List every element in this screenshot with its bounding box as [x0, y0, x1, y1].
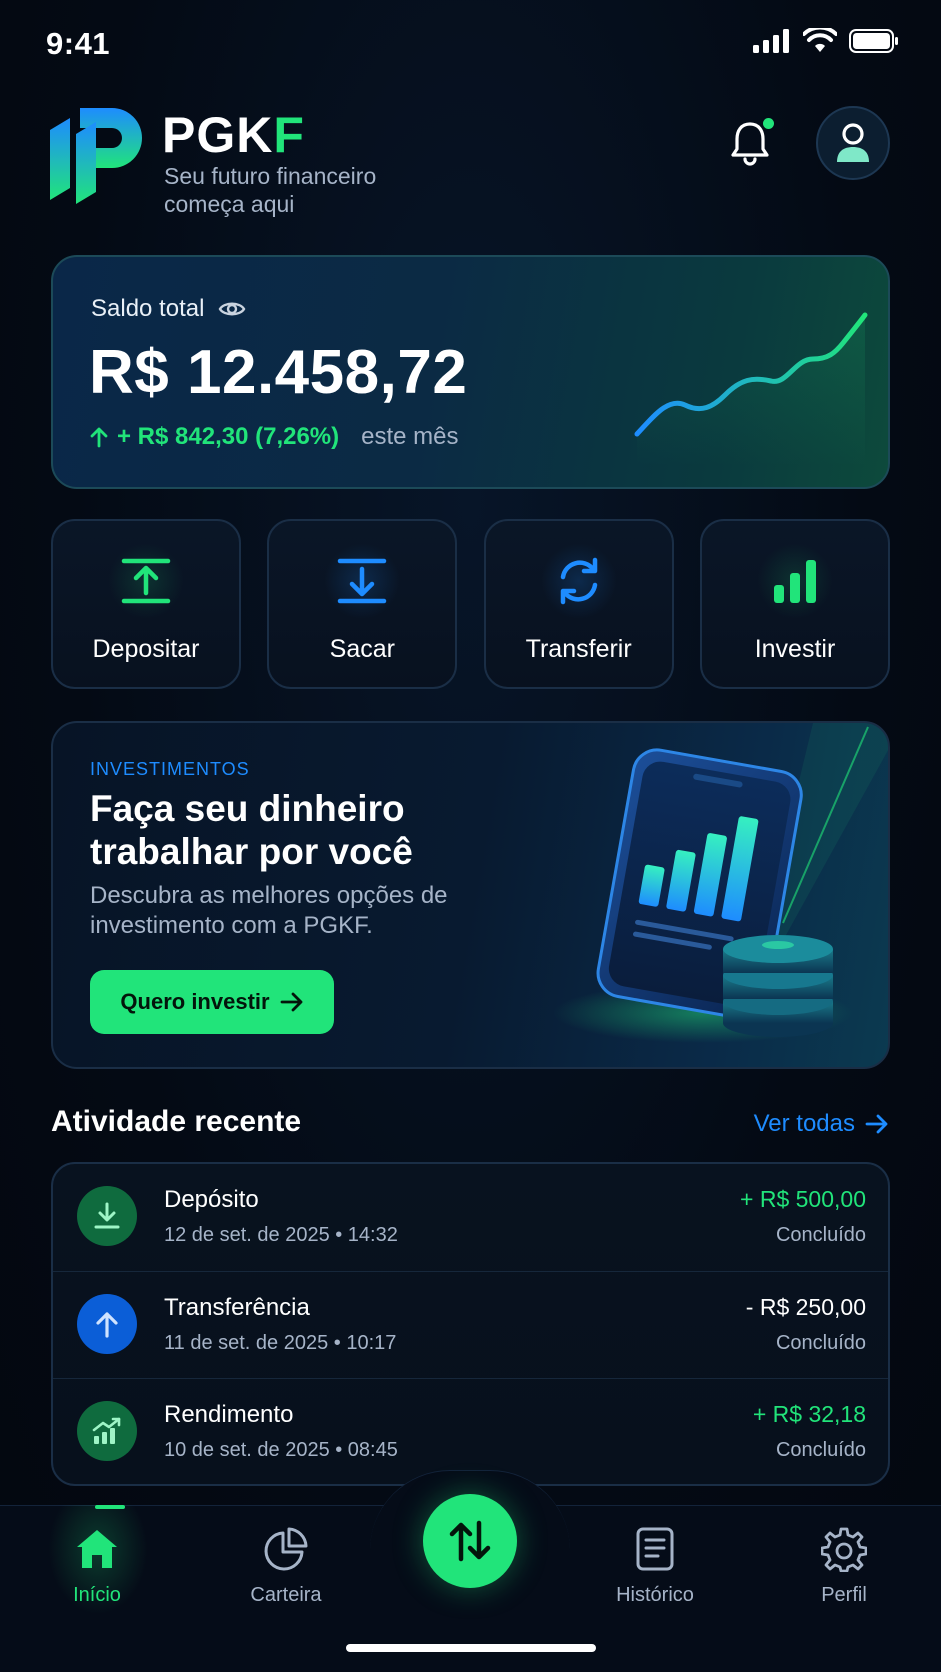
activity-status: Concluído — [775, 1224, 866, 1246]
nav-label-history: Histórico — [616, 1584, 694, 1606]
activity-amount: + R$ 500,00 — [740, 1186, 866, 1212]
list-item[interactable]: Transferência 11 de set. de 2025 • 10:17… — [53, 1271, 888, 1377]
arrow-right-icon — [865, 1114, 888, 1134]
eye-icon[interactable] — [218, 299, 246, 319]
balance-change-period: este mês — [361, 423, 459, 450]
wifi-icon — [803, 28, 837, 52]
activity-status: Concluído — [775, 1332, 866, 1354]
brand-logo — [50, 108, 142, 204]
transfer-icon — [540, 543, 617, 619]
activity-date: 12 de set. de 2025 • 14:32 — [164, 1224, 398, 1246]
withdraw-icon — [324, 543, 401, 619]
quick-actions: Depositar Sacar Transferir Investir — [51, 519, 890, 689]
activity-title: Rendimento — [164, 1401, 294, 1428]
invest-button[interactable]: Investir — [699, 519, 890, 689]
balance-change: + R$ 842,30 (7,26%) este mês — [89, 423, 459, 451]
arrow-right-icon — [280, 992, 302, 1012]
swap-arrows-icon — [449, 1520, 491, 1562]
see-all-label: Ver todas — [753, 1110, 855, 1137]
user-icon — [837, 123, 869, 162]
activity-amount: - R$ 250,00 — [745, 1294, 866, 1320]
deposit-button[interactable]: Depositar — [51, 519, 241, 689]
app-screen: 9:41 PGKF Seu futuro financeiro começa a… — [0, 0, 941, 1672]
arrow-up-icon — [77, 1294, 137, 1354]
transfer-label: Transferir — [525, 635, 632, 663]
recent-activity-title: Atividade recente — [51, 1105, 302, 1138]
withdraw-button[interactable]: Sacar — [267, 519, 458, 689]
nav-label-wallet: Carteira — [250, 1584, 322, 1606]
activity-list: Depósito 12 de set. de 2025 • 14:32 + R$… — [51, 1162, 890, 1486]
brand-tagline: Seu futuro financeiro começa aqui — [164, 163, 377, 217]
battery-icon — [849, 29, 898, 53]
deposit-icon — [108, 543, 184, 619]
nav-label-profile: Perfil — [821, 1584, 867, 1606]
notification-dot — [763, 118, 774, 129]
nav-item-profile[interactable]: Perfil — [774, 1524, 914, 1607]
nav-item-home[interactable]: Início — [27, 1524, 167, 1607]
balance-label: Saldo total — [91, 295, 246, 323]
promo-eyebrow: INVESTIMENTOS — [90, 759, 250, 779]
growth-chart-icon — [77, 1401, 137, 1461]
promo-card: INVESTIMENTOS Faça seu dinheiro trabalha… — [51, 721, 890, 1069]
swap-fab-button[interactable] — [423, 1494, 517, 1588]
list-item[interactable]: Depósito 12 de set. de 2025 • 14:32 + R$… — [53, 1164, 888, 1270]
nav-active-indicator — [95, 1505, 125, 1509]
see-all-link[interactable]: Ver todas — [754, 1110, 889, 1138]
promo-description: Descubra as melhores opções de investime… — [90, 882, 448, 939]
download-icon — [77, 1186, 137, 1246]
balance-sparkline — [634, 312, 868, 467]
list-item[interactable]: Rendimento 10 de set. de 2025 • 08:45 + … — [53, 1378, 888, 1484]
arrow-up-icon — [90, 427, 108, 448]
nav-item-wallet[interactable]: Carteira — [216, 1524, 356, 1607]
nav-label-home: Início — [73, 1584, 121, 1606]
activity-date: 11 de set. de 2025 • 10:17 — [164, 1332, 397, 1354]
invest-label: Investir — [754, 635, 836, 663]
invest-now-label: Quero investir — [120, 989, 270, 1014]
activity-title: Transferência — [164, 1294, 310, 1321]
activity-title: Depósito — [164, 1186, 259, 1213]
phone-chart-illustration — [553, 723, 888, 1043]
status-time: 9:41 — [46, 26, 111, 61]
status-icons — [753, 28, 899, 54]
balance-value: R$ 12.458,72 — [89, 338, 468, 407]
invest-now-button[interactable]: Quero investir — [90, 970, 334, 1034]
transfer-button[interactable]: Transferir — [483, 519, 674, 689]
activity-status: Concluído — [775, 1439, 866, 1461]
home-icon — [27, 1524, 167, 1574]
pie-chart-icon — [216, 1524, 356, 1574]
avatar[interactable] — [816, 106, 890, 180]
activity-date: 10 de set. de 2025 • 08:45 — [164, 1439, 398, 1461]
home-indicator — [346, 1644, 596, 1652]
brand-name: PGKF — [162, 107, 305, 163]
signal-icon — [753, 29, 789, 53]
document-icon — [585, 1524, 725, 1574]
activity-amount: + R$ 32,18 — [752, 1401, 866, 1427]
invest-bars-icon — [756, 543, 833, 619]
gear-icon — [774, 1524, 914, 1574]
balance-card: Saldo total R$ 12.458,72 + R$ 842,30 (7,… — [51, 255, 890, 489]
withdraw-label: Sacar — [329, 635, 395, 663]
deposit-label: Depositar — [92, 635, 200, 663]
nav-item-history[interactable]: Histórico — [585, 1524, 725, 1607]
balance-change-amount: + R$ 842,30 (7,26%) — [117, 423, 340, 450]
promo-title: Faça seu dinheiro trabalhar por você — [90, 788, 413, 872]
